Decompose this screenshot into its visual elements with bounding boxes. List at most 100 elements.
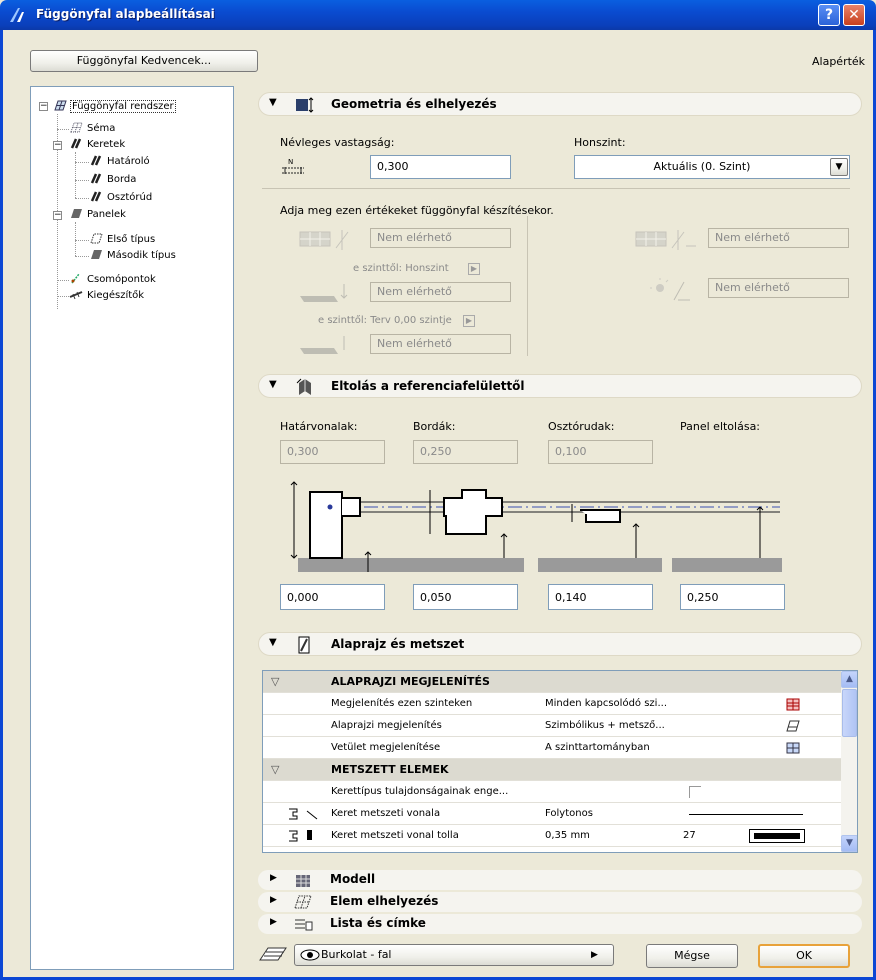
scroll-down-icon[interactable]: ▼ <box>841 835 857 852</box>
table-row[interactable]: Alaprajzi megjelenítés Szimbólikus + met… <box>263 715 841 737</box>
arrow-right-icon[interactable]: ▶ <box>463 315 475 327</box>
divider <box>527 216 528 356</box>
tree-label: Függönyfal rendszer <box>70 100 176 113</box>
section-plan-header[interactable]: ▼ Alaprajz és metszet <box>258 632 862 656</box>
tree-item-schema[interactable]: Séma <box>69 121 116 136</box>
frame-icon <box>90 191 102 202</box>
expand-arrow-icon: ▶ <box>270 873 277 883</box>
accessory-icon <box>69 291 83 300</box>
section-model-header[interactable]: ▶ Modell <box>258 870 862 890</box>
expand-arrow-icon: ▼ <box>269 97 277 108</box>
plan-display-icon <box>786 720 800 732</box>
transom-offset-input[interactable]: 0,140 <box>548 584 653 610</box>
thickness-icon: N <box>282 158 304 174</box>
boundary-offset-input[interactable]: 0,000 <box>280 584 385 610</box>
section-geometry-header[interactable]: ▼ Geometria és elhelyezés <box>258 92 862 116</box>
frame-pen-icon <box>289 830 312 842</box>
panel-offset-label: Panel eltolása: <box>680 420 761 433</box>
story-label: Honszint: <box>574 136 626 149</box>
list-label-icon <box>295 919 313 931</box>
table-row[interactable]: Keret metszeti vonal tolla 0,35 mm 27 <box>263 825 841 847</box>
vertical-scrollbar[interactable]: ▲ ▼ <box>841 671 857 852</box>
tree-item-boundary[interactable]: Határoló <box>89 154 151 169</box>
group-header[interactable]: ▽ ALAPRAJZI MEGJELENÍTÉS <box>263 671 841 693</box>
arrow-right-icon: ▶ <box>591 950 598 960</box>
panel-offset-input[interactable]: 0,250 <box>680 584 785 610</box>
window-title: Függönyfal alapbeállításai <box>36 7 215 21</box>
table-row[interactable]: Kerettípus tulajdonságainak enge... <box>263 781 841 803</box>
placement-icon <box>294 895 312 909</box>
checkbox[interactable] <box>689 786 701 798</box>
expand-arrow-icon: ▶ <box>270 917 277 927</box>
tree-item-accessories[interactable]: Kiegészítők <box>69 288 145 303</box>
tree-item-panels[interactable]: Panelek <box>69 207 127 222</box>
section-title: Alaprajz és metszet <box>331 637 465 651</box>
collapse-toggle[interactable]: − <box>53 211 62 220</box>
cancel-button[interactable]: Mégse <box>646 944 738 968</box>
panel-icon <box>71 209 82 218</box>
frame-icon <box>90 155 102 166</box>
group-header[interactable]: ▽ METSZETT ELEMEK <box>263 759 841 781</box>
model-icon <box>296 875 310 887</box>
collapse-toggle[interactable]: − <box>39 102 48 111</box>
transom-depth-field: 0,100 <box>548 440 653 464</box>
panel-icon <box>91 250 102 259</box>
eye-icon <box>300 949 320 961</box>
unavailable-field-1: Nem elérhető <box>370 228 511 248</box>
layer-select[interactable]: Burkolat - fal ▶ <box>294 944 614 966</box>
scroll-up-icon[interactable]: ▲ <box>841 671 857 688</box>
section-title: Lista és címke <box>330 916 426 930</box>
unavailable-field-3: Nem elérhető <box>370 334 511 354</box>
section-placement-header[interactable]: ▶ Elem elhelyezés <box>258 892 862 912</box>
collapse-arrow-icon: ▽ <box>271 675 280 688</box>
unavailable-field-5: Nem elérhető <box>708 278 849 298</box>
table-row[interactable]: Vetület megjelenítése A szinttartományba… <box>263 737 841 759</box>
section-title: Elem elhelyezés <box>330 894 439 908</box>
base-icon <box>300 336 345 354</box>
pen-preview[interactable] <box>749 829 805 843</box>
boundary-depth-field: 0,300 <box>280 440 385 464</box>
favorites-button[interactable]: Függönyfal Kedvencek... <box>30 50 258 72</box>
section-title: Modell <box>330 872 376 886</box>
close-button[interactable]: ✕ <box>843 4 865 26</box>
thickness-input[interactable]: 0,300 <box>370 155 511 179</box>
transom-label: Osztórudak: <box>548 420 615 433</box>
tree-item-transom[interactable]: Osztórúd <box>89 190 153 205</box>
story-select[interactable]: Aktuális (0. Szint) <box>574 155 850 179</box>
tree-item-panel-first[interactable]: Első típus <box>89 232 156 247</box>
tree-item-panel-second[interactable]: Második típus <box>89 248 177 263</box>
scroll-thumb[interactable] <box>842 689 857 737</box>
grid-icon <box>70 122 83 133</box>
table-row[interactable]: Keret metszeti vonala Folytonos <box>263 803 841 825</box>
tree-item-system[interactable]: Függönyfal rendszer <box>53 99 176 114</box>
panel-outline-icon <box>90 233 103 244</box>
projection-icon <box>786 742 800 754</box>
tree-item-mullion[interactable]: Borda <box>89 172 137 187</box>
unavailable-field-2: Nem elérhető <box>370 282 511 302</box>
mullion-offset-input[interactable]: 0,050 <box>413 584 518 610</box>
title-bar: Függönyfal alapbeállításai ? ✕ <box>0 0 876 30</box>
section-offset-header[interactable]: ▼ Eltolás a referenciafelülettől <box>258 374 862 398</box>
svg-text:N: N <box>288 158 293 166</box>
section-title: Eltolás a referenciafelülettől <box>331 379 525 393</box>
collapse-toggle[interactable]: − <box>53 141 62 150</box>
plan-section-icon <box>298 636 310 654</box>
tree-item-junctions[interactable]: Csomópontok <box>69 272 157 287</box>
junction-icon <box>71 273 80 284</box>
section-list-header[interactable]: ▶ Lista és címke <box>258 914 862 934</box>
line-preview <box>689 814 803 815</box>
tree-item-frames[interactable]: Keretek <box>69 137 126 152</box>
section-title: Geometria és elhelyezés <box>331 97 497 111</box>
boundary-label: Határvonalak: <box>280 420 358 433</box>
ok-button[interactable]: OK <box>758 944 850 968</box>
collapse-arrow-icon: ▽ <box>271 763 280 776</box>
frame-icon <box>90 173 102 184</box>
arrow-right-icon[interactable]: ▶ <box>468 263 480 275</box>
offset-diagram <box>290 481 782 572</box>
offset-icon <box>296 378 311 395</box>
chevron-down-icon[interactable]: ▼ <box>830 158 848 176</box>
from-story-label: e szinttől: Honszint <box>353 263 449 274</box>
table-row[interactable]: Megjelenítés ezen szinteken Minden kapcs… <box>263 693 841 715</box>
help-button[interactable]: ? <box>818 4 840 26</box>
app-icon <box>10 8 24 22</box>
